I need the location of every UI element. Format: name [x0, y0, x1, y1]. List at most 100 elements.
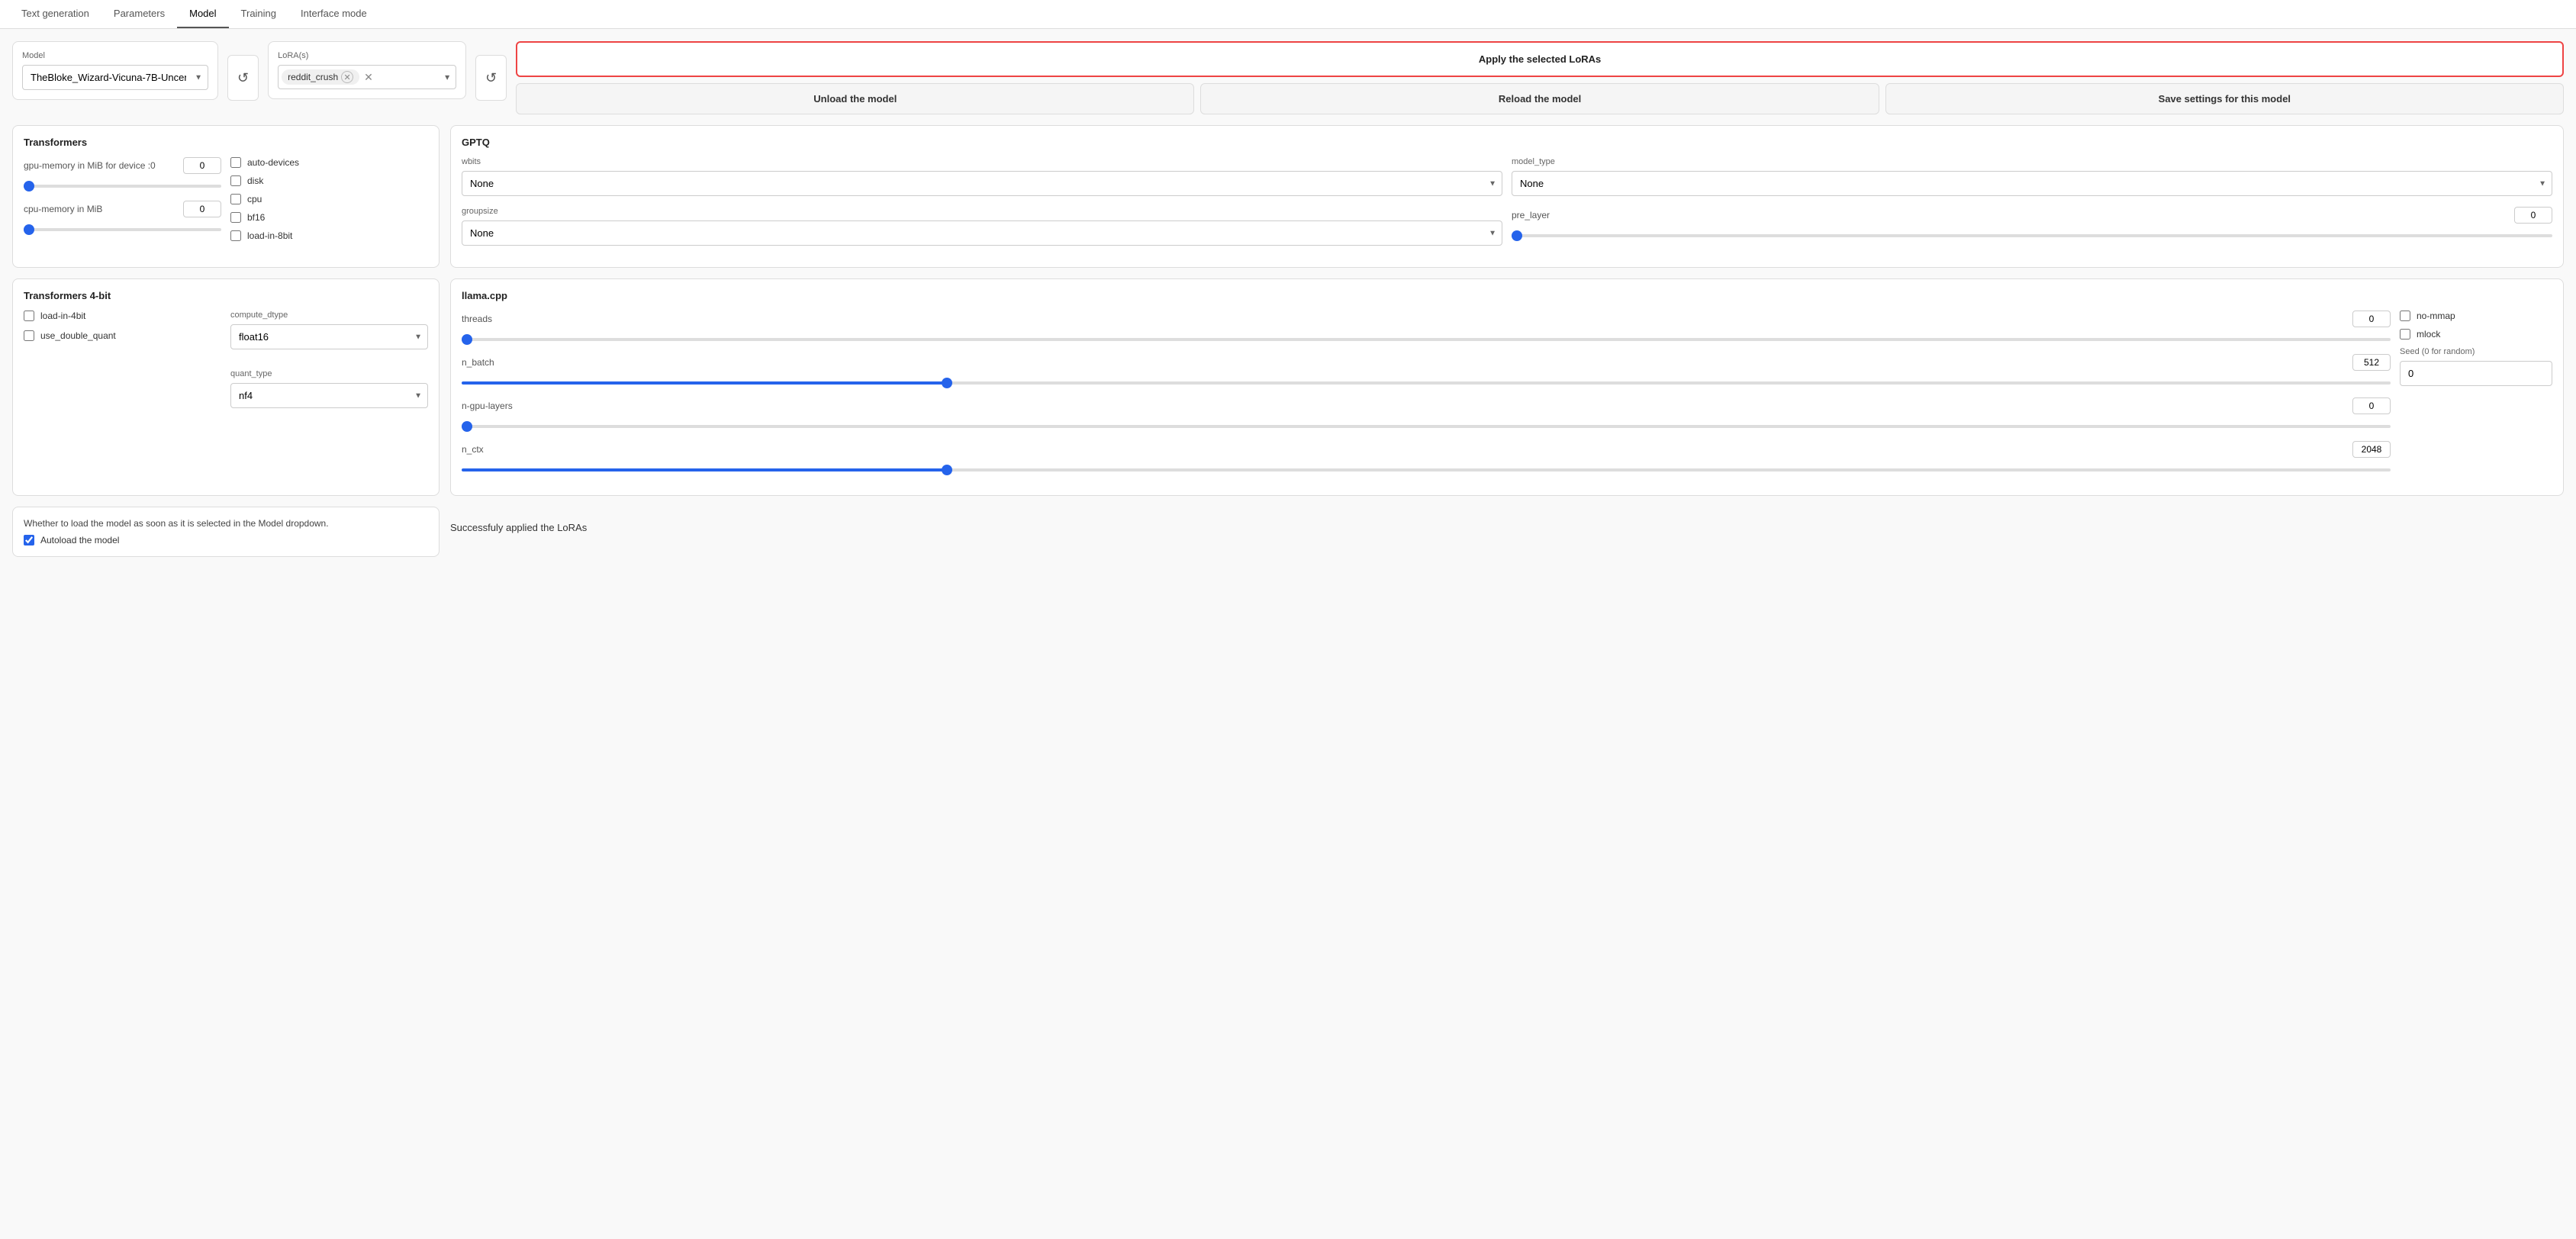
tab-interface-mode[interactable]: Interface mode [288, 0, 379, 28]
lora-tag-remove-button[interactable]: ✕ [341, 71, 353, 83]
threads-input[interactable] [2352, 311, 2391, 327]
n-gpu-layers-label: n-gpu-layers [462, 401, 513, 411]
pre-layer-group: pre_layer [1512, 207, 2552, 240]
gpu-memory-slider[interactable] [24, 185, 221, 188]
apply-loras-button[interactable]: Apply the selected LoRAs [516, 41, 2564, 77]
llamacpp-title: llama.cpp [462, 290, 2552, 301]
cpu-memory-slider[interactable] [24, 228, 221, 231]
compute-dtype-select[interactable]: float16 [230, 324, 428, 349]
t4bit-left: load-in-4bit use_double_quant [24, 311, 221, 419]
pre-layer-input[interactable] [2514, 207, 2552, 224]
load-in-4bit-checkbox-item[interactable]: load-in-4bit [24, 311, 221, 321]
threads-slider[interactable] [462, 338, 2391, 341]
tab-bar: Text generation Parameters Model Trainin… [0, 0, 2576, 29]
gptq-inner: wbits None ▼ groupsize None [462, 157, 2552, 256]
cpu-checkbox-item[interactable]: cpu [230, 194, 428, 204]
n-gpu-layers-input[interactable] [2352, 397, 2391, 414]
lora-dropdown-button[interactable]: ▾ [442, 69, 452, 85]
auto-devices-checkbox[interactable] [230, 157, 241, 168]
bf16-checkbox[interactable] [230, 212, 241, 223]
llamacpp-right-panel: no-mmap mlock Seed (0 for random) [2400, 311, 2552, 484]
reload-model-button[interactable]: Reload the model [1200, 83, 1879, 114]
n-batch-group: n_batch [462, 354, 2391, 387]
transformers4bit-title: Transformers 4-bit [24, 290, 428, 301]
n-ctx-input[interactable] [2352, 441, 2391, 458]
compute-dtype-group: compute_dtype float16 ▼ [230, 311, 428, 349]
pre-layer-slider[interactable] [1512, 234, 2552, 237]
load-in-8bit-checkbox-item[interactable]: load-in-8bit [230, 230, 428, 241]
gpu-memory-input[interactable] [183, 157, 221, 174]
load-in-8bit-checkbox[interactable] [230, 230, 241, 241]
refresh-icon: ↺ [237, 70, 249, 86]
disk-checkbox-item[interactable]: disk [230, 175, 428, 186]
no-mmap-checkbox[interactable] [2400, 311, 2410, 321]
lora-tag-name: reddit_crush [288, 72, 338, 82]
cpu-memory-label: cpu-memory in MiB [24, 204, 102, 214]
cpu-checkbox[interactable] [230, 194, 241, 204]
quant-type-select[interactable]: nf4 [230, 383, 428, 408]
load-in-4bit-label: load-in-4bit [40, 311, 85, 321]
model-refresh-button[interactable]: ↺ [227, 55, 259, 101]
groupsize-select[interactable]: None [462, 220, 1502, 246]
n-ctx-group: n_ctx [462, 441, 2391, 474]
cpu-memory-input[interactable] [183, 201, 221, 217]
mlock-checkbox[interactable] [2400, 329, 2410, 340]
transformers4bit-inner: load-in-4bit use_double_quant compute_dt… [24, 311, 428, 419]
autoload-checkbox[interactable] [24, 535, 34, 545]
threads-label: threads [462, 314, 492, 324]
mlock-checkbox-item[interactable]: mlock [2400, 329, 2552, 340]
model-action-buttons-row: Unload the model Reload the model Save s… [516, 83, 2564, 114]
autoload-description: Whether to load the model as soon as it … [24, 518, 428, 529]
disk-checkbox[interactable] [230, 175, 241, 186]
lora-refresh-button[interactable]: ↺ [475, 55, 507, 101]
gptq-section: GPTQ wbits None ▼ groupsize [450, 125, 2564, 268]
lower-sections-row: Transformers 4-bit load-in-4bit use_doub… [12, 278, 2564, 496]
gpu-memory-label: gpu-memory in MiB for device :0 [24, 160, 156, 171]
llamacpp-sliders: threads n_batch [462, 311, 2391, 484]
groupsize-label: groupsize [462, 207, 1502, 216]
autoload-section: Whether to load the model as soon as it … [12, 507, 440, 557]
wbits-group: wbits None ▼ [462, 157, 1502, 196]
t4bit-right: compute_dtype float16 ▼ quant_type n [230, 311, 428, 419]
compute-dtype-label: compute_dtype [230, 311, 428, 320]
transformers4bit-section: Transformers 4-bit load-in-4bit use_doub… [12, 278, 440, 496]
use-double-quant-checkbox-item[interactable]: use_double_quant [24, 330, 221, 341]
model-type-group: model_type None ▼ [1512, 157, 2552, 196]
n-batch-label: n_batch [462, 357, 494, 368]
seed-label: Seed (0 for random) [2400, 347, 2552, 356]
top-section: Model TheBloke_Wizard-Vicuna-7B-Uncensor… [12, 41, 2564, 114]
use-double-quant-label: use_double_quant [40, 330, 116, 341]
model-type-select[interactable]: None [1512, 171, 2552, 196]
lora-clear-all-button[interactable]: ✕ [364, 71, 373, 84]
lora-section: LoRA(s) reddit_crush ✕ ✕ ▾ [268, 41, 466, 99]
n-ctx-slider[interactable] [462, 468, 2391, 471]
llamacpp-options: no-mmap mlock Seed (0 for random) [2400, 311, 2552, 397]
use-double-quant-checkbox[interactable] [24, 330, 34, 341]
model-select[interactable]: TheBloke_Wizard-Vicuna-7B-Uncensore [22, 65, 208, 90]
n-gpu-layers-slider[interactable] [462, 425, 2391, 428]
lora-label: LoRA(s) [278, 51, 456, 60]
bottom-row: Whether to load the model as soon as it … [12, 507, 2564, 557]
cpu-label: cpu [247, 194, 262, 204]
bf16-checkbox-item[interactable]: bf16 [230, 212, 428, 223]
gpu-memory-group: gpu-memory in MiB for device :0 [24, 157, 221, 190]
autoload-checkbox-item[interactable]: Autoload the model [24, 535, 428, 545]
load-in-4bit-checkbox[interactable] [24, 311, 34, 321]
action-buttons: Apply the selected LoRAs Unload the mode… [516, 41, 2564, 114]
auto-devices-checkbox-item[interactable]: auto-devices [230, 157, 428, 168]
auto-devices-label: auto-devices [247, 157, 299, 168]
transformers-checkboxes: auto-devices disk cpu bf16 [230, 157, 428, 244]
tab-model[interactable]: Model [177, 0, 228, 28]
wbits-select[interactable]: None [462, 171, 1502, 196]
n-batch-slider[interactable] [462, 381, 2391, 385]
seed-input[interactable] [2400, 361, 2552, 386]
tab-training[interactable]: Training [229, 0, 288, 28]
no-mmap-checkbox-item[interactable]: no-mmap [2400, 311, 2552, 321]
unload-model-button[interactable]: Unload the model [516, 83, 1194, 114]
save-settings-button[interactable]: Save settings for this model [1885, 83, 2564, 114]
lora-tag: reddit_crush ✕ [282, 69, 359, 85]
tab-parameters[interactable]: Parameters [101, 0, 177, 28]
llamacpp-inner: threads n_batch [462, 311, 2552, 484]
n-batch-input[interactable] [2352, 354, 2391, 371]
tab-text-generation[interactable]: Text generation [9, 0, 101, 28]
